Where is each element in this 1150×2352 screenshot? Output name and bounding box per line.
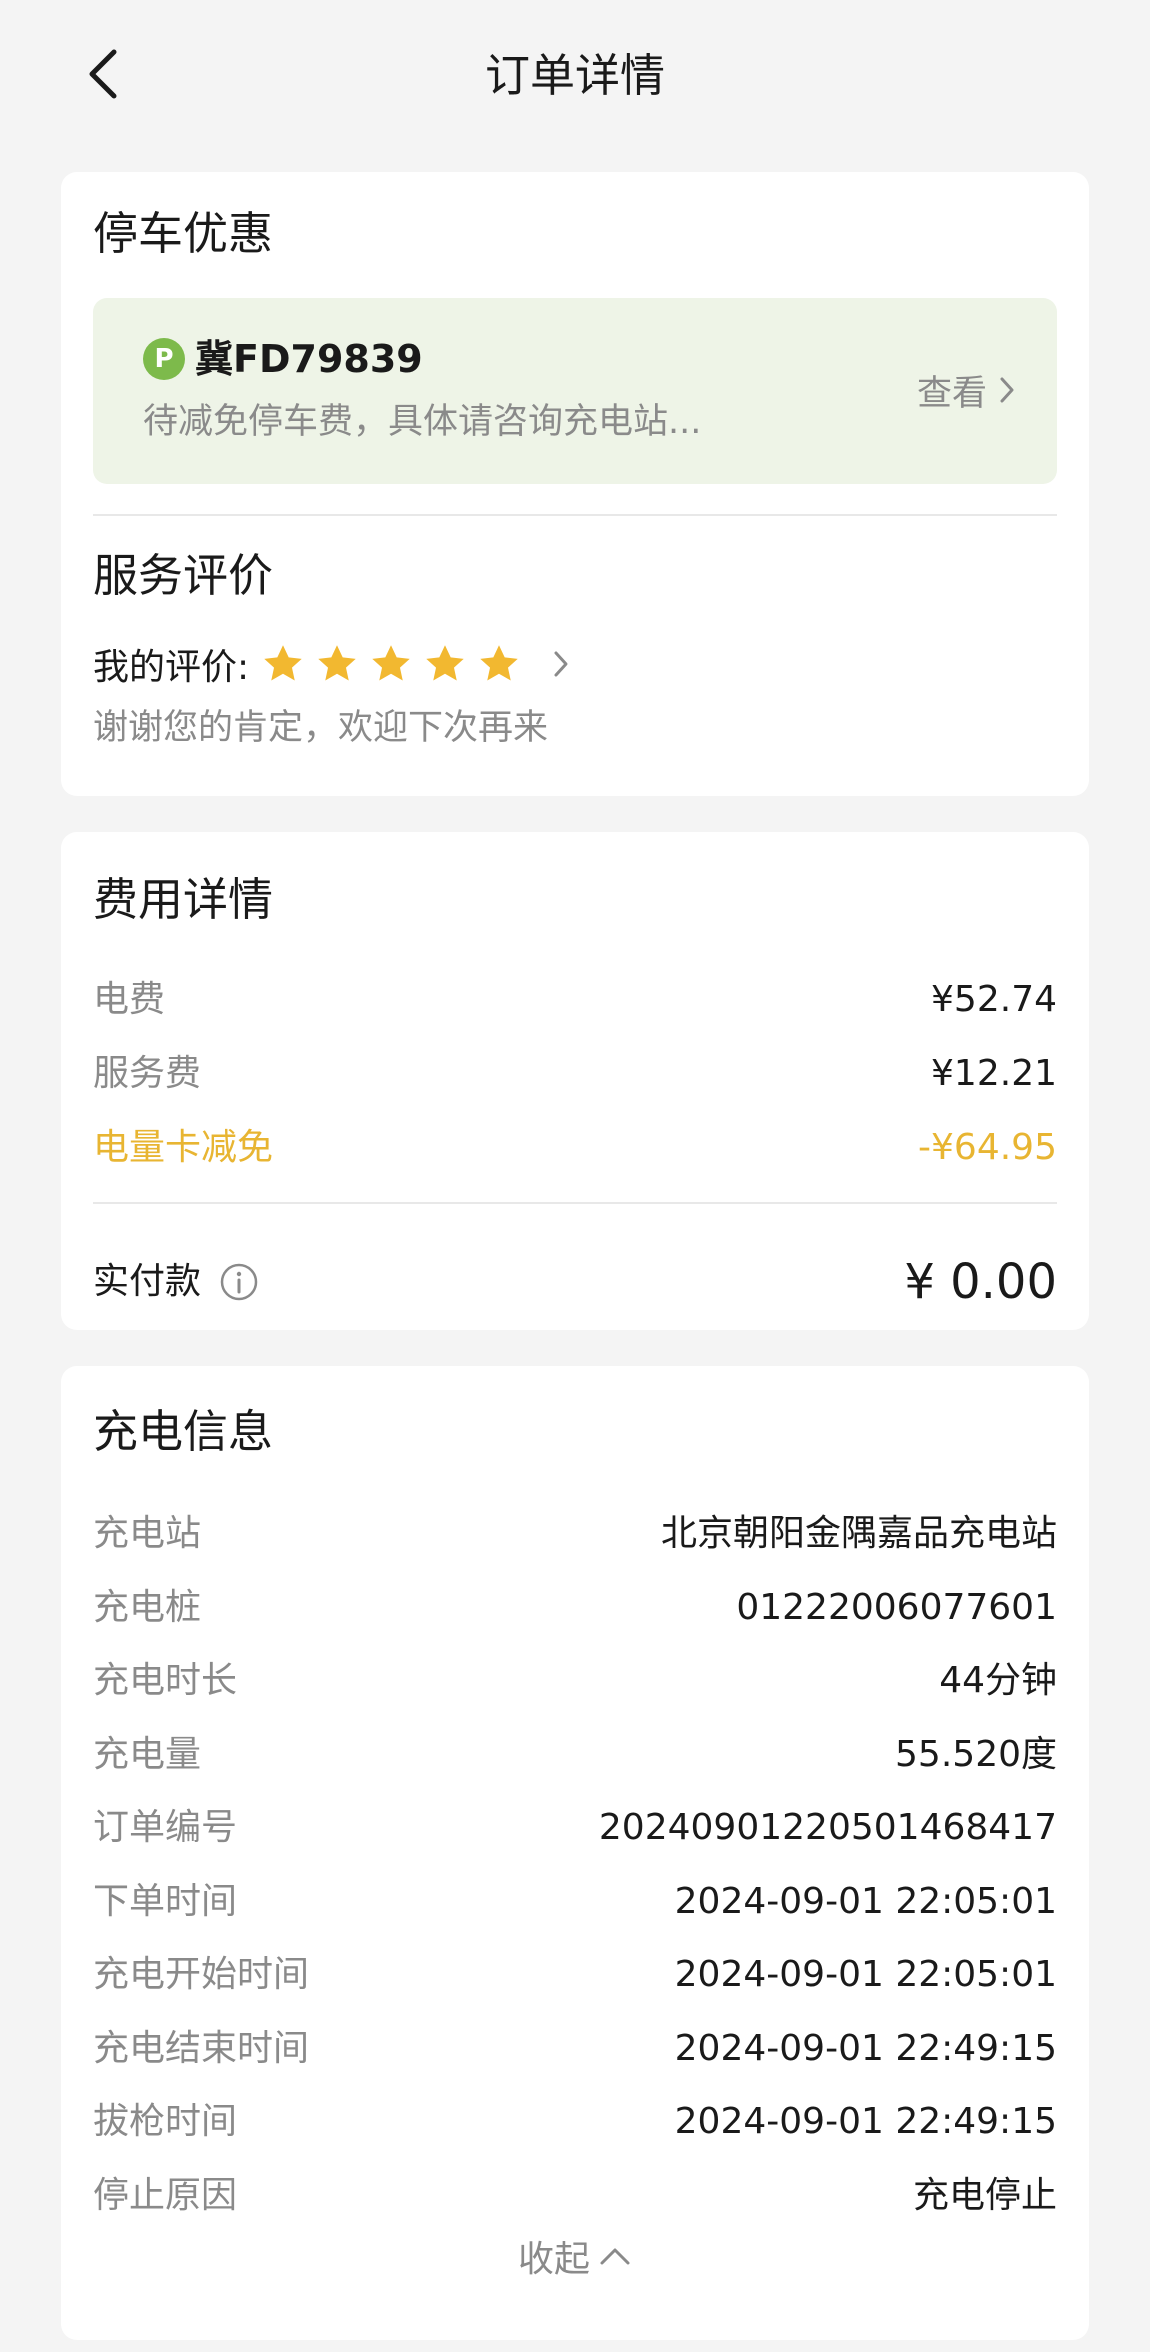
info-row: 充电量 55.520度 bbox=[93, 1727, 1057, 1783]
rating-section-title: 服务评价 bbox=[93, 549, 274, 602]
info-row: 停止原因 充电停止 bbox=[93, 2168, 1057, 2224]
info-label: 拔枪时间 bbox=[93, 2101, 238, 2142]
info-value: 44分钟 bbox=[939, 1660, 1057, 1701]
fee-section-title: 费用详情 bbox=[93, 873, 274, 926]
info-row: 订单编号 20240901220501468417 bbox=[93, 1800, 1057, 1856]
fee-label: 电费 bbox=[93, 979, 166, 1020]
nav-bar: 订单详情 bbox=[0, 0, 1150, 150]
paid-label: 实付款 bbox=[93, 1261, 202, 1302]
fee-label: 电量卡减免 bbox=[93, 1127, 274, 1168]
info-value: 北京朝阳金隅嘉品充电站 bbox=[660, 1513, 1057, 1554]
info-row: 充电桩 01222006077601 bbox=[93, 1580, 1057, 1636]
section-divider bbox=[93, 1202, 1057, 1204]
fee-label: 服务费 bbox=[93, 1053, 202, 1094]
parking-p-icon: P bbox=[143, 338, 185, 380]
fee-discount-row: 电量卡减免 -¥64.95 bbox=[93, 1120, 1057, 1176]
paid-amount-row: 实付款 ¥ 0.00 bbox=[93, 1244, 1057, 1320]
parking-promo[interactable]: P 冀FD79839 待减免停车费，具体请咨询充电站... 查看 bbox=[93, 298, 1057, 484]
info-value: 充电停止 bbox=[912, 2175, 1057, 2216]
info-value: 01222006077601 bbox=[736, 1587, 1057, 1628]
info-label: 停止原因 bbox=[93, 2175, 238, 2216]
info-row: 充电时长 44分钟 bbox=[93, 1653, 1057, 1709]
info-label: 充电开始时间 bbox=[93, 1954, 310, 1995]
charging-info-card: 充电信息 充电站 北京朝阳金隅嘉品充电站 充电桩 01222006077601 … bbox=[61, 1366, 1089, 2340]
view-parking-button[interactable]: 查看 bbox=[917, 364, 1017, 416]
page-title: 订单详情 bbox=[484, 49, 665, 102]
rating-thanks-text: 谢谢您的肯定，欢迎下次再来 bbox=[93, 708, 549, 748]
license-plate: 冀FD79839 bbox=[195, 337, 423, 381]
fee-value: ¥52.74 bbox=[931, 979, 1057, 1020]
info-value: 2024-09-01 22:49:15 bbox=[674, 2101, 1057, 2142]
star-icon bbox=[372, 645, 410, 681]
star-icon bbox=[480, 645, 518, 681]
fee-value: -¥64.95 bbox=[918, 1127, 1057, 1168]
star-icon bbox=[318, 645, 356, 681]
chevron-up-icon bbox=[600, 2248, 630, 2265]
star-icon bbox=[264, 645, 302, 681]
info-label: 充电时长 bbox=[93, 1660, 238, 1701]
charging-section-title: 充电信息 bbox=[93, 1405, 274, 1458]
collapse-label: 收起 bbox=[517, 2239, 590, 2280]
parking-section-title: 停车优惠 bbox=[93, 207, 274, 260]
info-row: 充电结束时间 2024-09-01 22:49:15 bbox=[93, 2021, 1057, 2077]
info-label: 充电桩 bbox=[93, 1587, 202, 1628]
info-row: 充电开始时间 2024-09-01 22:05:01 bbox=[93, 1947, 1057, 2003]
info-value: 2024-09-01 22:05:01 bbox=[674, 1954, 1057, 1995]
info-row: 拔枪时间 2024-09-01 22:49:15 bbox=[93, 2094, 1057, 2150]
rating-stars bbox=[261, 642, 531, 686]
info-value: 2024-09-01 22:49:15 bbox=[674, 2028, 1057, 2069]
parking-promo-desc: 待减免停车费，具体请咨询充电站... bbox=[143, 402, 702, 442]
info-icon[interactable] bbox=[219, 1262, 259, 1302]
parking-rating-card: 停车优惠 P 冀FD79839 待减免停车费，具体请咨询充电站... 查看 服务… bbox=[61, 172, 1089, 796]
info-label: 订单编号 bbox=[93, 1807, 238, 1848]
collapse-button[interactable]: 收起 bbox=[61, 2226, 1089, 2286]
chevron-right-icon bbox=[1000, 377, 1014, 403]
info-value: 55.520度 bbox=[895, 1734, 1057, 1775]
view-label: 查看 bbox=[916, 373, 987, 414]
my-rating-label: 我的评价: bbox=[93, 647, 250, 688]
paid-value: ¥ 0.00 bbox=[904, 1254, 1057, 1310]
info-row: 充电站 北京朝阳金隅嘉品充电站 bbox=[93, 1506, 1057, 1562]
fee-value: ¥12.21 bbox=[931, 1053, 1057, 1094]
fee-details-card: 费用详情 电费 ¥52.74 服务费 ¥12.21 电量卡减免 -¥64.95 … bbox=[61, 832, 1089, 1330]
info-label: 充电站 bbox=[93, 1513, 202, 1554]
star-icon bbox=[426, 645, 464, 681]
section-divider bbox=[93, 514, 1057, 516]
fee-row: 服务费 ¥12.21 bbox=[93, 1046, 1057, 1102]
info-label: 下单时间 bbox=[93, 1881, 238, 1922]
chevron-right-icon bbox=[554, 651, 568, 677]
fee-row: 电费 ¥52.74 bbox=[93, 972, 1057, 1028]
info-row: 下单时间 2024-09-01 22:05:01 bbox=[93, 1874, 1057, 1930]
info-value: 2024-09-01 22:05:01 bbox=[674, 1881, 1057, 1922]
my-rating-row[interactable]: 我的评价: bbox=[93, 636, 571, 692]
info-label: 充电结束时间 bbox=[93, 2028, 310, 2069]
info-label: 充电量 bbox=[93, 1734, 202, 1775]
info-value: 20240901220501468417 bbox=[598, 1807, 1057, 1848]
